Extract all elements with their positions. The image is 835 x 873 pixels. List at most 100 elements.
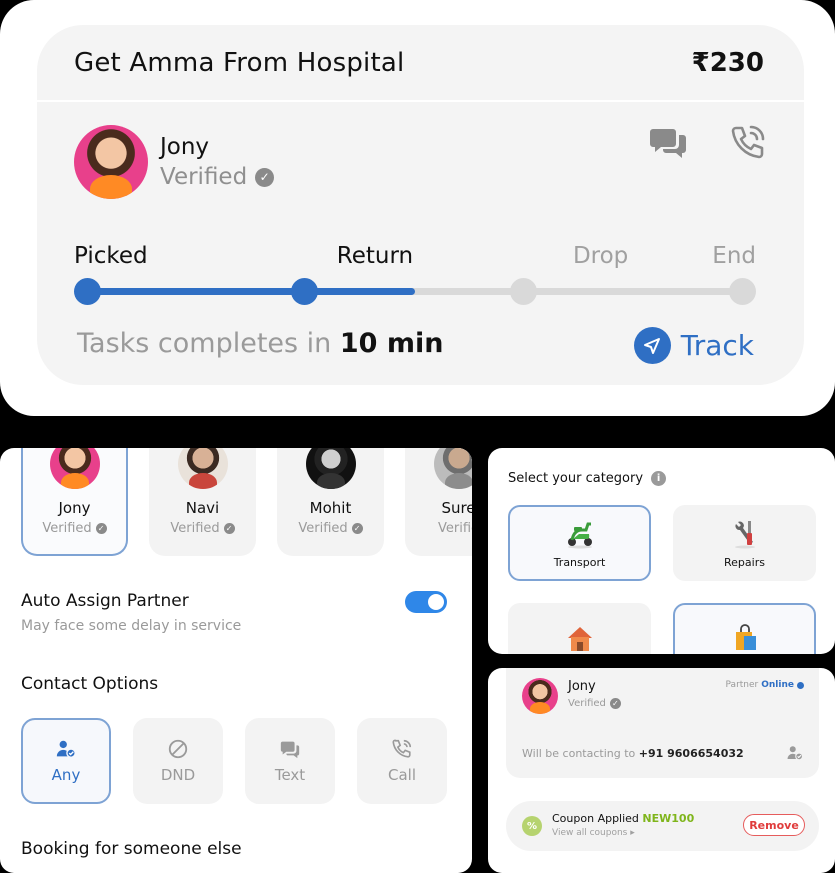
booking-summary-panel: Jony Verified ✓ Partner Online Will be co… [488,668,835,873]
task-progress: Picked Return Drop End [74,243,756,305]
chat-icon[interactable] [649,123,689,163]
partner-name: Jony [568,679,596,694]
user-check-icon[interactable] [786,744,804,762]
contact-options-title: Contact Options [21,674,159,694]
category-repairs[interactable]: Repairs [673,505,816,581]
online-label: Online [761,680,794,690]
partner-status-label: Verified [298,521,348,536]
driver-actions [649,123,767,163]
contact-option-text[interactable]: Text [245,718,335,804]
coupon-title: Coupon Applied NEW100 [552,812,694,825]
contact-number: +91 9606654032 [638,747,744,760]
partner-status: Verified ✓ [149,521,256,536]
category-shopping[interactable] [673,603,816,654]
verified-check-icon: ✓ [609,698,621,709]
driver-status-label: Verified [160,164,248,190]
task-price: ₹230 [691,47,764,78]
contact-option-dnd[interactable]: DND [133,718,223,804]
partner-card-sure[interactable]: Sure Verifie [405,448,472,556]
eta-prefix: Tasks completes in [77,328,340,359]
partner-name: Jony [58,499,91,517]
scooter-icon [567,522,592,548]
contact-option-call[interactable]: Call [357,718,447,804]
info-icon[interactable]: i [651,471,667,486]
partner-selection-panel: Jony Verified ✓ Navi Verified ✓ Mohit Veri… [0,448,472,873]
auto-assign-row: Auto Assign Partner May face some delay … [21,591,447,634]
partner-card-navi[interactable]: Navi Verified ✓ [149,448,256,556]
category-panel: Select your category i Transport Repairs [488,448,835,654]
phone-icon [392,739,412,758]
driver-name: Jony [160,134,210,160]
step-label-end: End [712,243,757,269]
avatar [177,448,228,489]
shopping-bag-icon [735,624,756,650]
assigned-partner-card: Jony Verified ✓ Partner Online Will be co… [506,668,819,778]
view-all-coupons-link[interactable]: View all coupons ▸ [552,828,635,838]
tools-icon [734,520,755,548]
coupon-row: % Coupon Applied NEW100 View all coupons… [506,801,819,851]
avatar [522,678,558,714]
coupon-code: NEW100 [642,812,695,825]
partner-status-label: Verified [170,521,220,536]
track-label: Track [680,329,754,362]
user-check-icon [56,740,76,758]
eta-text: Tasks completes in 10 min [77,328,443,359]
driver-info: Jony Verified ✓ [74,125,275,199]
online-dot-icon [797,681,804,689]
progress-track [74,277,756,305]
discount-icon: % [522,816,542,836]
auto-assign-title: Auto Assign Partner [21,591,189,611]
contact-option-any[interactable]: Any [21,718,111,804]
phone-icon[interactable] [727,123,767,163]
partner-name: Sure [441,499,472,517]
contact-option-label: Call [387,766,416,784]
verified-check-icon: ✓ [255,167,275,187]
partner-list: Jony Verified ✓ Navi Verified ✓ Mohit Veri… [21,448,472,556]
partner-online-status: Partner Online [726,680,804,690]
category-label: Transport [553,555,606,569]
category-label: Repairs [724,555,765,569]
partner-status: Verified ✓ [277,521,384,536]
chat-icon [280,741,300,759]
task-card: Get Amma From Hospital ₹230 Jony Verifie… [37,25,804,385]
verified-check-icon: ✓ [351,523,363,534]
step-label-picked: Picked [74,243,148,269]
auto-assign-toggle[interactable] [405,591,447,613]
category-transport[interactable]: Transport [508,505,651,581]
contact-option-label: Any [51,766,81,784]
contact-prefix: Will be contacting to [522,747,639,760]
category-home[interactable] [508,603,651,654]
block-icon [168,739,188,759]
verified-check-icon: ✓ [223,523,235,534]
task-panel: Get Amma From Hospital ₹230 Jony Verifie… [0,0,835,416]
progress-fill [84,288,415,295]
step-label-drop: Drop [572,243,629,269]
partner-card-jony[interactable]: Jony Verified ✓ [21,448,128,556]
task-header: Get Amma From Hospital ₹230 [37,25,804,102]
partner-status: Verified ✓ [23,521,126,536]
avatar [49,448,100,489]
category-title: Select your category i [508,471,667,486]
avatar [74,125,148,199]
category-grid: Transport Repairs [508,505,816,654]
step-dot-picked [74,278,101,305]
remove-coupon-button[interactable]: Remove [743,814,805,836]
auto-assign-subtitle: May face some delay in service [21,618,242,634]
partner-status: Verified ✓ [568,698,621,709]
track-button[interactable]: Track [633,327,754,364]
avatar [305,448,356,489]
avatar [433,448,472,489]
step-dot-return [291,278,318,305]
navigation-arrow-icon [633,327,671,364]
partner-name: Navi [185,499,220,517]
driver-status: Verified ✓ [160,164,275,190]
partner-status-label: Verified [42,521,92,536]
partner-card-mohit[interactable]: Mohit Verified ✓ [277,448,384,556]
step-dot-drop [510,278,537,305]
booking-for-someone-else[interactable]: Booking for someone else [21,839,242,859]
task-title: Get Amma From Hospital [74,47,405,78]
verified-check-icon: ✓ [95,523,107,534]
category-title-label: Select your category [508,471,644,486]
contact-option-label: Text [274,766,306,784]
coupon-title-label: Coupon Applied [552,812,643,825]
